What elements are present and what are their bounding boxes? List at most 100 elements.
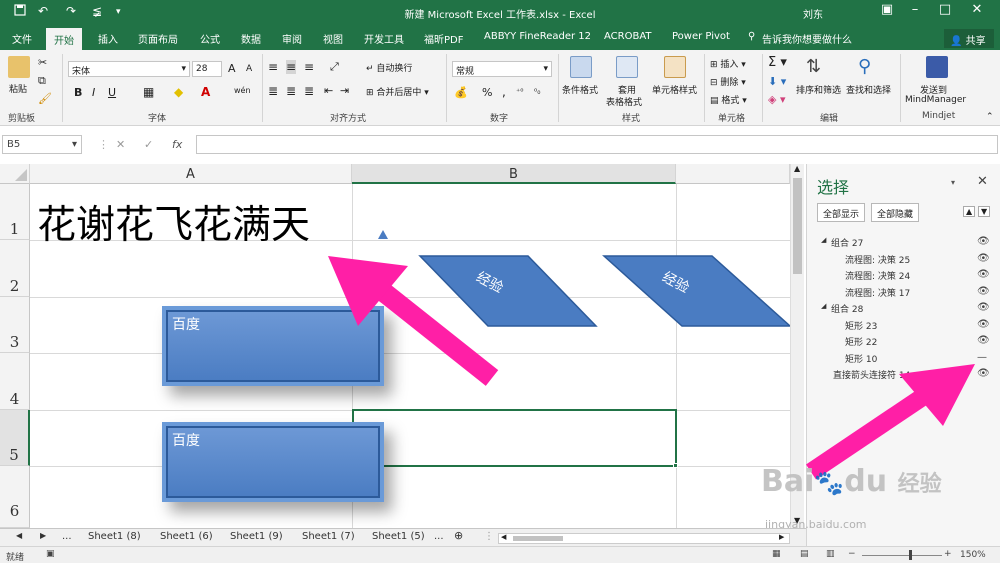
sheet-tab[interactable]: Sheet1 (5) [372, 531, 425, 542]
tab-review[interactable]: 审阅 [282, 31, 302, 46]
align-left-icon[interactable]: ≣ [268, 84, 278, 98]
copy-icon[interactable]: ⧉ [38, 74, 46, 88]
row-header-6[interactable]: 6 [0, 466, 30, 528]
send-backward-icon[interactable]: ▼ [978, 206, 991, 217]
increase-decimal-icon[interactable]: ⁺⁰ [516, 87, 523, 96]
column-header-c[interactable] [676, 164, 790, 184]
sheet-tab[interactable]: Sheet1 (8) [88, 531, 141, 542]
zoom-slider[interactable] [862, 555, 942, 556]
shrink-font-button[interactable]: A [246, 64, 252, 74]
scroll-left-icon[interactable]: ◀ [501, 533, 506, 541]
grow-font-button[interactable]: A [228, 62, 236, 75]
underline-button[interactable]: U [108, 86, 116, 99]
tab-data[interactable]: 数据 [241, 31, 261, 46]
add-sheet-icon[interactable]: ⊕ [454, 529, 463, 542]
format-as-table-line2[interactable]: 表格格式 [606, 95, 642, 108]
sort-filter-icon[interactable]: ⇅ [806, 56, 821, 77]
share-button[interactable]: 👤 共享 [944, 29, 994, 48]
zoom-slider-thumb[interactable] [909, 550, 912, 560]
font-color-icon[interactable]: A [201, 85, 210, 99]
tab-view[interactable]: 视图 [323, 31, 343, 46]
format-as-table-icon[interactable] [616, 56, 638, 78]
more-sheets-left-icon[interactable]: ... [62, 531, 72, 542]
tell-me-search[interactable]: 告诉我你想要做什么 [762, 31, 852, 46]
mindmanager-icon[interactable] [926, 56, 948, 78]
tab-acrobat[interactable]: ACROBAT [604, 31, 652, 42]
wrap-text-button[interactable]: ↵ 自动换行 [366, 61, 412, 74]
horizontal-scrollbar[interactable]: ◀ ▶ [498, 533, 790, 544]
autosum-icon[interactable]: Σ ▾ [768, 55, 787, 70]
merge-center-button[interactable]: ⊞ 合并后居中 ▾ [366, 85, 429, 98]
zoom-out-icon[interactable]: − [848, 549, 856, 559]
zoom-level[interactable]: 150% [960, 550, 986, 560]
align-center-icon[interactable]: ≣ [286, 84, 296, 98]
find-select-icon[interactable]: ⚲ [858, 56, 871, 77]
insert-function-button[interactable]: fx [172, 138, 182, 151]
bring-forward-icon[interactable]: ▲ [963, 206, 976, 217]
indent-decrease-icon[interactable]: ⇤ [324, 84, 333, 97]
currency-icon[interactable]: 💰 [454, 86, 468, 99]
align-middle-icon[interactable]: ≡ [286, 60, 297, 74]
column-header-b[interactable]: B [352, 164, 676, 184]
fill-icon[interactable]: ⬇ ▾ [768, 75, 786, 88]
paste-icon[interactable] [8, 56, 30, 78]
tab-page-layout[interactable]: 页面布局 [138, 31, 178, 46]
indent-increase-icon[interactable]: ⇥ [340, 84, 349, 97]
user-name[interactable]: 刘东 [803, 6, 823, 21]
pane-options-icon[interactable]: ▾ [951, 178, 955, 187]
minimize-icon[interactable]: – [900, 2, 930, 17]
tab-file[interactable]: 文件 [12, 31, 32, 46]
number-format-select[interactable]: 常规 ▾ [452, 61, 552, 77]
scroll-right-icon[interactable]: ▶ [779, 533, 784, 541]
tab-insert[interactable]: 插入 [98, 31, 118, 46]
sheet-tab[interactable]: Sheet1 (7) [302, 531, 355, 542]
pane-close-icon[interactable]: ✕ [977, 174, 988, 189]
name-box[interactable]: B5 ▾ [2, 135, 82, 154]
tab-abbyy[interactable]: ABBYY FineReader 12 [484, 31, 591, 42]
visibility-eye-icon[interactable]: 👁 [977, 335, 990, 346]
tab-split-handle[interactable]: ⋮ [484, 531, 494, 542]
conditional-format-button[interactable]: 条件格式 [562, 83, 598, 96]
scroll-up-icon[interactable]: ▲ [794, 164, 800, 173]
visibility-eye-icon[interactable]: 👁 [977, 286, 990, 297]
orientation-icon[interactable]: ⤢ [330, 60, 339, 74]
find-select-button[interactable]: 查找和选择 [846, 83, 891, 96]
phonetic-guide-button[interactable]: wén [234, 86, 251, 95]
borders-icon[interactable]: ▦ [143, 85, 154, 99]
rectangle-bottom[interactable]: 百度 [162, 422, 384, 502]
formula-input[interactable] [196, 135, 998, 154]
normal-view-icon[interactable]: ▦ [772, 549, 781, 559]
send-mindmanager-line2[interactable]: MindManager [905, 95, 966, 105]
zoom-in-icon[interactable]: + [944, 549, 952, 559]
delete-cells-button[interactable]: ⊟ 删除 ▾ [710, 75, 746, 88]
column-header-a[interactable]: A [30, 164, 352, 184]
more-sheets-right-icon[interactable]: ... [434, 531, 444, 542]
comma-button[interactable]: , [502, 85, 506, 99]
clear-icon[interactable]: ◈ ▾ [768, 93, 785, 106]
cell-styles-button[interactable]: 单元格样式 [652, 83, 697, 96]
cut-icon[interactable]: ✂ [38, 56, 47, 69]
collapse-ribbon-icon[interactable]: ⌃ [986, 112, 994, 122]
macro-record-icon[interactable]: ▣ [46, 549, 55, 559]
next-sheet-icon[interactable]: ▶ [40, 531, 46, 540]
select-all-corner[interactable] [0, 164, 30, 184]
hide-all-button[interactable]: 全部隐藏 [871, 203, 920, 222]
paste-button[interactable]: 粘贴 [9, 82, 27, 95]
font-size-select[interactable]: 28 [192, 61, 222, 77]
selected-cell-b5[interactable] [352, 409, 677, 467]
align-bottom-icon[interactable]: ≡ [304, 60, 314, 74]
font-name-select[interactable]: 宋体 ▾ [68, 61, 190, 77]
connector-handle-icon[interactable] [378, 230, 388, 240]
tab-foxit-pdf[interactable]: 福昕PDF [424, 31, 463, 46]
row-header-1[interactable]: 1 [0, 184, 30, 240]
fill-color-icon[interactable]: ◆ [174, 85, 183, 99]
tab-home[interactable]: 开始 [46, 28, 82, 50]
cancel-entry-icon[interactable]: ✕ [116, 138, 125, 151]
row-header-5[interactable]: 5 [0, 410, 30, 466]
fill-handle[interactable] [673, 463, 678, 468]
align-top-icon[interactable]: ≡ [268, 60, 278, 74]
decrease-decimal-icon[interactable]: ⁰₀ [534, 87, 540, 96]
visibility-eye-icon[interactable]: 👁 [977, 236, 990, 247]
cell-styles-icon[interactable] [664, 56, 686, 78]
decision-shape-right[interactable] [602, 254, 790, 328]
